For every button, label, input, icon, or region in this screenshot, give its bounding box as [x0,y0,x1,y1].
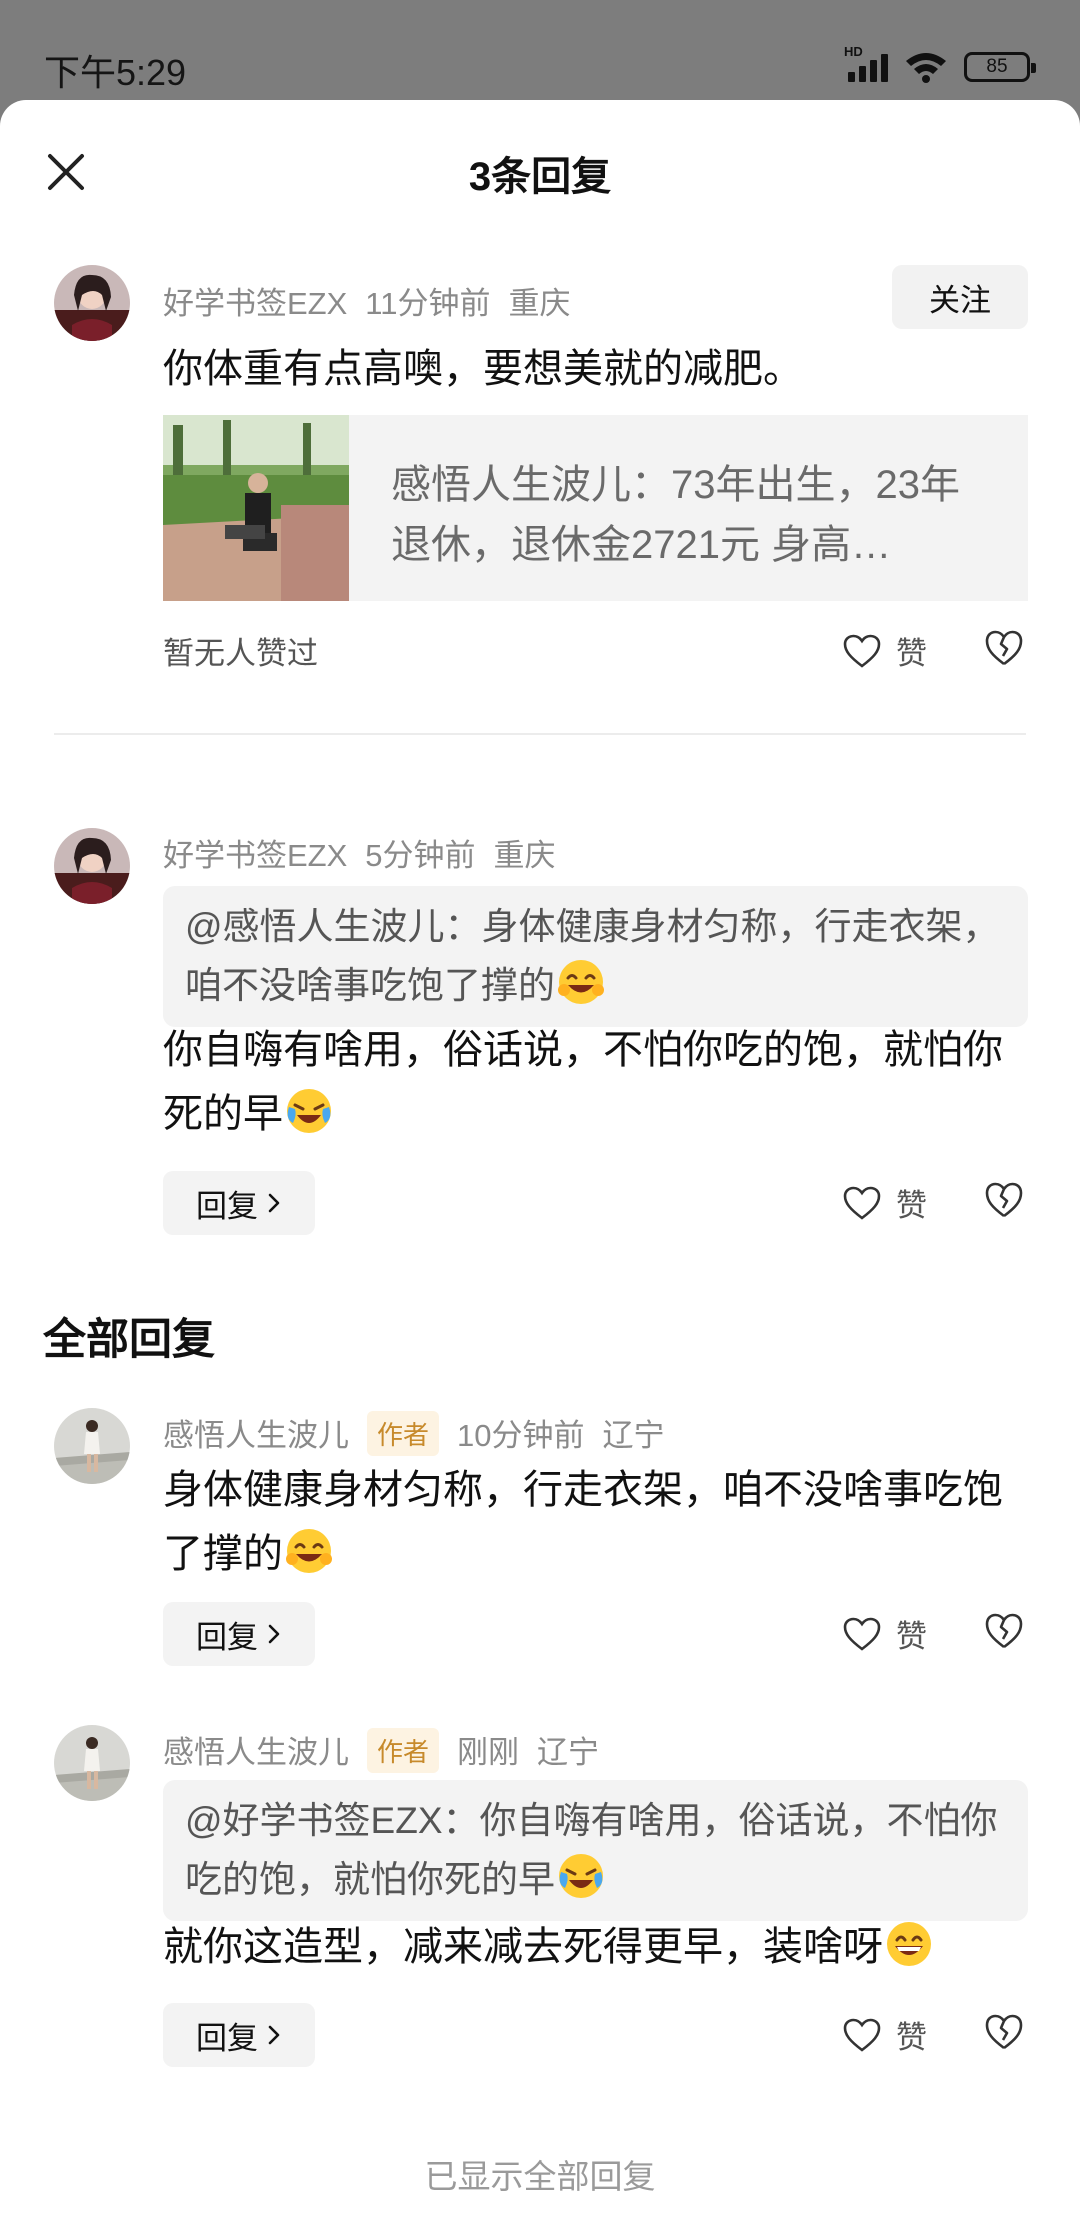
crying-laughing-emoji [559,1854,603,1898]
timestamp: 11分钟前 [365,286,491,321]
heart-icon [843,1186,881,1220]
chevron-right-icon [268,1624,280,1644]
like-button[interactable]: 赞 [842,1180,927,1225]
heart-icon [843,634,881,668]
share-card-text: 感悟人生波儿：73年出生，23年退休，退休金2721元 身高… [391,463,960,567]
signal-icon: HD [844,44,888,82]
reply-button[interactable]: 回复 [163,2003,315,2067]
comment-meta: 好学书签EZX 11分钟前 重庆 [163,278,588,323]
hd-label: HD [844,44,863,59]
comment-meta: 好学书签EZX 5分钟前 重庆 [163,830,574,875]
status-time: 下午5:29 [44,52,187,93]
grinning-sweat-emoji [558,960,604,1004]
replies-sheet: 3条回复 好学书签EZX 11分钟前 重庆 关注 你体重有点高噢，要想美就的减肥。 [0,100,1080,2214]
wifi-icon [906,53,946,83]
timestamp: 5分钟前 [365,838,476,873]
grinning-sweat-emoji [286,1529,332,1573]
status-icons: HD 85 [844,44,1036,84]
battery-icon: 85 [964,52,1036,82]
like-button[interactable]: 赞 [842,2012,927,2057]
like-label: 赞 [896,2020,927,2055]
big-grin-emoji [887,1922,931,1966]
like-button[interactable]: 赞 [842,628,927,673]
author-badge: 作者 [367,1728,440,1773]
reply-button[interactable]: 回复 [163,1171,315,1235]
username[interactable]: 感悟人生波儿 [163,1418,349,1453]
comment-text: 身体健康身材匀称，行走衣架，咱不没啥事吃饱了撑的 [163,1458,1023,1586]
reply-label: 回复 [196,1188,258,1224]
like-label: 赞 [896,1188,927,1223]
crying-laughing-emoji [287,1089,331,1133]
broken-heart-icon[interactable] [983,2012,1025,2052]
location: 辽宁 [602,1418,665,1453]
chevron-right-icon [268,1193,280,1213]
avatar[interactable] [54,1408,130,1484]
username[interactable]: 好学书签EZX [163,286,347,321]
heart-icon [843,1617,881,1651]
like-button[interactable]: 赞 [842,1611,927,1656]
username[interactable]: 好学书签EZX [163,838,347,873]
like-label: 赞 [896,636,927,671]
avatar[interactable] [54,265,130,341]
comment-meta: 感悟人生波儿 作者 刚刚 辽宁 [163,1727,617,1773]
broken-heart-icon[interactable] [983,628,1025,668]
divider [54,733,1026,735]
status-bar: 下午5:29 HD 85 [0,0,1080,100]
reply-button[interactable]: 回复 [163,1602,315,1666]
broken-heart-icon[interactable] [983,1180,1025,1220]
avatar[interactable] [54,828,130,904]
follow-button[interactable]: 关注 [892,265,1028,329]
timestamp: 刚刚 [457,1735,520,1770]
location: 重庆 [508,286,571,321]
chevron-right-icon [268,2025,280,2045]
sheet-header: 3条回复 [0,100,1080,248]
sheet-title: 3条回复 [468,155,612,199]
author-badge: 作者 [367,1411,440,1456]
comment-text: 就你这造型，减来减去死得更早，装啥呀 [163,1915,1023,1979]
timestamp: 10分钟前 [457,1418,585,1453]
reply-label: 回复 [196,1619,258,1655]
comment-meta: 感悟人生波儿 作者 10分钟前 辽宁 [163,1410,683,1456]
avatar[interactable] [54,1725,130,1801]
username[interactable]: 感悟人生波儿 [163,1735,349,1770]
broken-heart-icon[interactable] [983,1611,1025,1651]
comment-body: 就你这造型，减来减去死得更早，装啥呀 [163,1925,883,1969]
share-thumbnail [163,415,349,601]
comment-text: 你自嗨有啥用，俗话说，不怕你吃的饱，就怕你死的早 [163,1018,1023,1146]
location: 辽宁 [537,1735,600,1770]
reply-label: 回复 [196,2020,258,2056]
share-card[interactable]: 感悟人生波儿：73年出生，23年退休，退休金2721元 身高… [163,415,1028,601]
location: 重庆 [493,838,556,873]
no-likes-text: 暂无人赞过 [163,636,318,671]
quoted-reply: @感悟人生波儿：身体健康身材匀称，行走衣架，咱不没啥事吃饱了撑的 [163,886,1028,1027]
battery-level: 85 [986,56,1008,77]
comment-text: 你体重有点高噢，要想美就的减肥。 [163,347,803,391]
quoted-reply: @好学书签EZX：你自嗨有啥用，俗话说，不怕你吃的饱，就怕你死的早 [163,1780,1028,1921]
like-label: 赞 [896,1619,927,1654]
heart-icon [843,2018,881,2052]
all-replies-title: 全部回复 [43,1316,215,1364]
all-replies-shown-note: 已显示全部回复 [424,2158,656,2195]
